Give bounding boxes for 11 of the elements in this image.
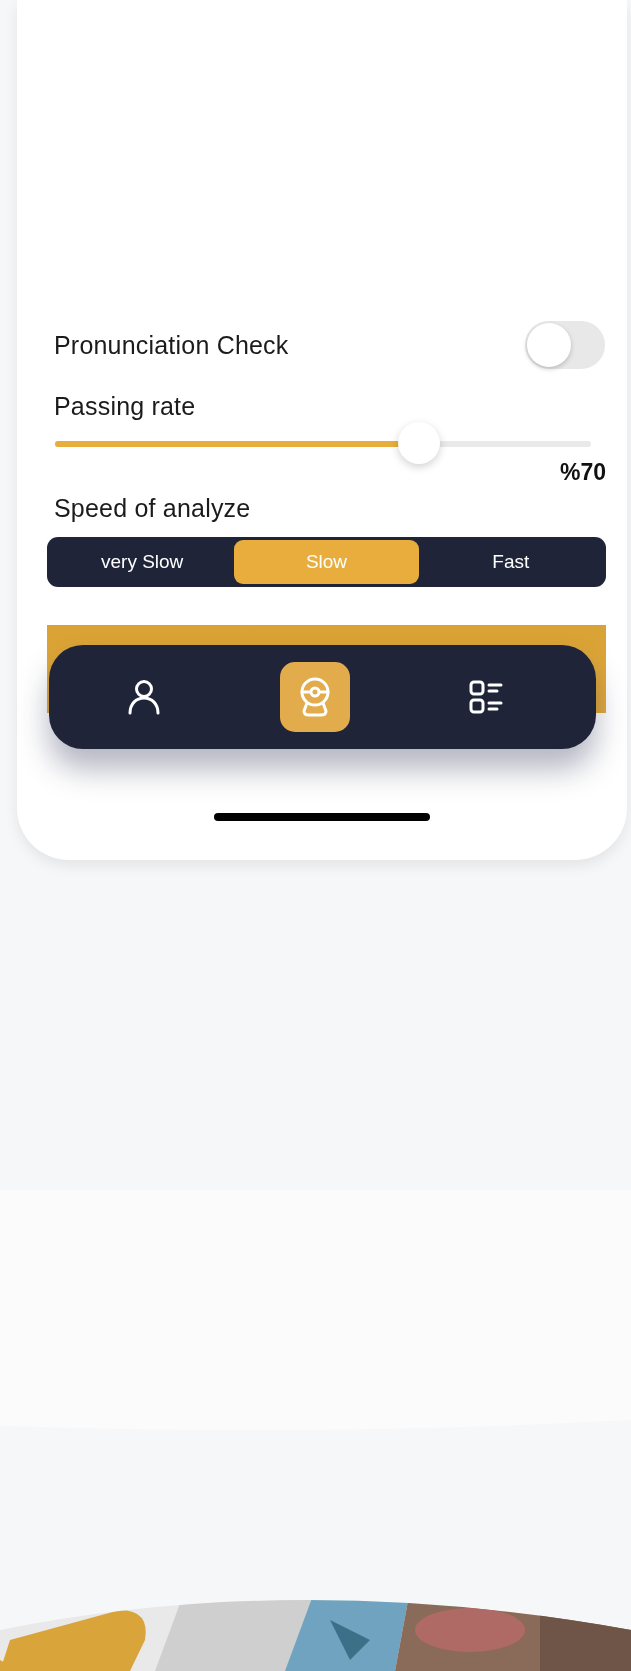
- nav-button[interactable]: [280, 662, 350, 732]
- slider-thumb[interactable]: [398, 422, 441, 464]
- speed-option[interactable]: very Slow: [50, 540, 235, 584]
- setting-label: Passing rate: [54, 392, 196, 420]
- pronunciation-toggle[interactable]: [525, 321, 605, 369]
- speed-option[interactable]: Fast: [418, 540, 603, 584]
- list-icon: [469, 680, 503, 714]
- person-icon: [127, 679, 161, 715]
- rate-value: %70: [559, 459, 606, 486]
- setting-label: Pronunciation Check: [54, 330, 289, 360]
- setting-label: Speed of analyze: [54, 494, 251, 522]
